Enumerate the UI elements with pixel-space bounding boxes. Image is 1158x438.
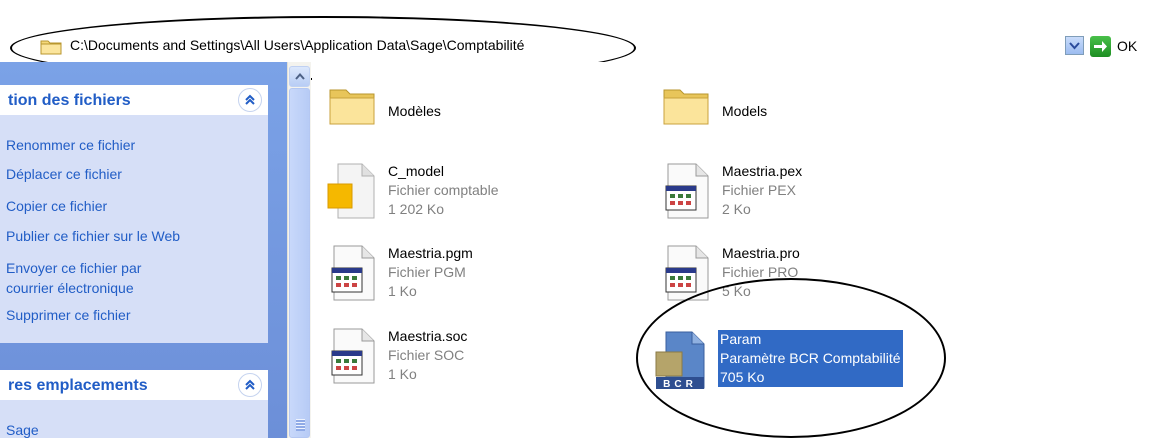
bcr-file-icon: BCR xyxy=(652,330,712,392)
other-places-panel: Sage xyxy=(0,400,268,438)
file-type: Fichier comptable xyxy=(388,182,499,198)
task-pane: tion des fichiers Renommer ce fichier Dé… xyxy=(0,62,287,438)
file-name: C_model xyxy=(388,163,445,179)
task-rename[interactable]: Renommer ce fichier xyxy=(6,135,135,155)
double-chevron-up-icon xyxy=(245,94,255,105)
file-item-maestria-pro[interactable]: Maestria.pro Fichier PRO 5 Ko xyxy=(660,244,800,302)
other-places-header[interactable]: res emplacements xyxy=(0,370,268,400)
application-file-icon xyxy=(660,162,712,220)
task-email-line1[interactable]: Envoyer ce fichier par xyxy=(6,258,141,278)
task-email-line2[interactable]: courrier électronique xyxy=(6,278,134,298)
task-copy[interactable]: Copier ce fichier xyxy=(6,196,107,216)
address-dropdown-button[interactable] xyxy=(1065,36,1084,55)
file-type: Fichier SOC xyxy=(388,347,465,363)
application-file-icon xyxy=(326,327,378,385)
go-arrow-icon xyxy=(1090,35,1111,57)
scroll-thumb[interactable] xyxy=(289,88,310,438)
file-item-modeles[interactable]: Modèles xyxy=(326,78,441,136)
application-file-icon xyxy=(326,244,378,302)
file-tasks-header[interactable]: tion des fichiers xyxy=(0,85,268,115)
go-button[interactable]: OK xyxy=(1090,33,1158,59)
file-tasks-panel: Renommer ce fichier Déplacer ce fichier … xyxy=(0,115,268,343)
file-name: Maestria.pex xyxy=(722,163,803,179)
task-delete[interactable]: Supprimer ce fichier xyxy=(6,305,131,325)
file-type: Fichier PGM xyxy=(388,264,466,280)
file-item-models[interactable]: Models xyxy=(660,78,767,136)
file-item-c-model[interactable]: C_model Fichier comptable 1 202 Ko xyxy=(326,162,499,220)
file-item-maestria-pex[interactable]: Maestria.pex Fichier PEX 2 Ko xyxy=(660,162,802,220)
file-type: Fichier PRO xyxy=(722,264,799,280)
comptable-file-icon xyxy=(326,162,378,220)
file-name: Models xyxy=(722,103,768,119)
file-size: 1 Ko xyxy=(388,366,417,382)
address-bar: C:\Documents and Settings\All Users\Appl… xyxy=(0,0,1158,80)
file-name: Maestria.pro xyxy=(722,245,800,261)
folder-icon xyxy=(40,38,62,55)
double-chevron-up-icon xyxy=(245,379,255,390)
file-item-param[interactable]: BCR Param Paramètre BCR Comptabilité 705… xyxy=(652,330,903,392)
file-size: 1 Ko xyxy=(388,283,417,299)
other-places-title: res emplacements xyxy=(8,377,148,394)
application-file-icon xyxy=(660,244,712,302)
file-type: Fichier PEX xyxy=(722,182,796,198)
folder-icon xyxy=(660,78,712,136)
go-label: OK xyxy=(1117,38,1138,54)
file-name: Param xyxy=(720,331,762,347)
file-view: Modèles Models C_model Fichier comptable… xyxy=(312,62,1158,438)
file-size: 2 Ko xyxy=(722,201,751,217)
bcr-icon-label: BCR xyxy=(663,379,697,390)
file-type: Paramètre BCR Comptabilité xyxy=(720,350,901,366)
file-tasks-title: tion des fichiers xyxy=(8,92,131,109)
chevron-up-icon xyxy=(294,73,305,80)
collapse-file-tasks-button[interactable] xyxy=(238,88,262,112)
task-publish-web[interactable]: Publier ce fichier sur le Web xyxy=(6,226,180,246)
scroll-grip xyxy=(296,419,305,431)
file-size: 1 202 Ko xyxy=(388,201,445,217)
file-size: 705 Ko xyxy=(720,369,765,385)
file-name: Maestria.soc xyxy=(388,328,468,344)
file-name: Modèles xyxy=(388,103,441,119)
folder-icon xyxy=(326,78,378,136)
place-sage[interactable]: Sage xyxy=(6,420,39,438)
chevron-down-icon xyxy=(1069,41,1080,49)
scroll-up-button[interactable] xyxy=(289,66,310,87)
address-path[interactable]: C:\Documents and Settings\All Users\Appl… xyxy=(70,37,524,53)
file-item-maestria-pgm[interactable]: Maestria.pgm Fichier PGM 1 Ko xyxy=(326,244,473,302)
collapse-other-places-button[interactable] xyxy=(238,373,262,397)
file-name: Maestria.pgm xyxy=(388,245,473,261)
vertical-scrollbar[interactable] xyxy=(287,62,311,438)
file-item-maestria-soc[interactable]: Maestria.soc Fichier SOC 1 Ko xyxy=(326,327,467,385)
file-size: 5 Ko xyxy=(722,283,751,299)
task-move[interactable]: Déplacer ce fichier xyxy=(6,164,122,184)
